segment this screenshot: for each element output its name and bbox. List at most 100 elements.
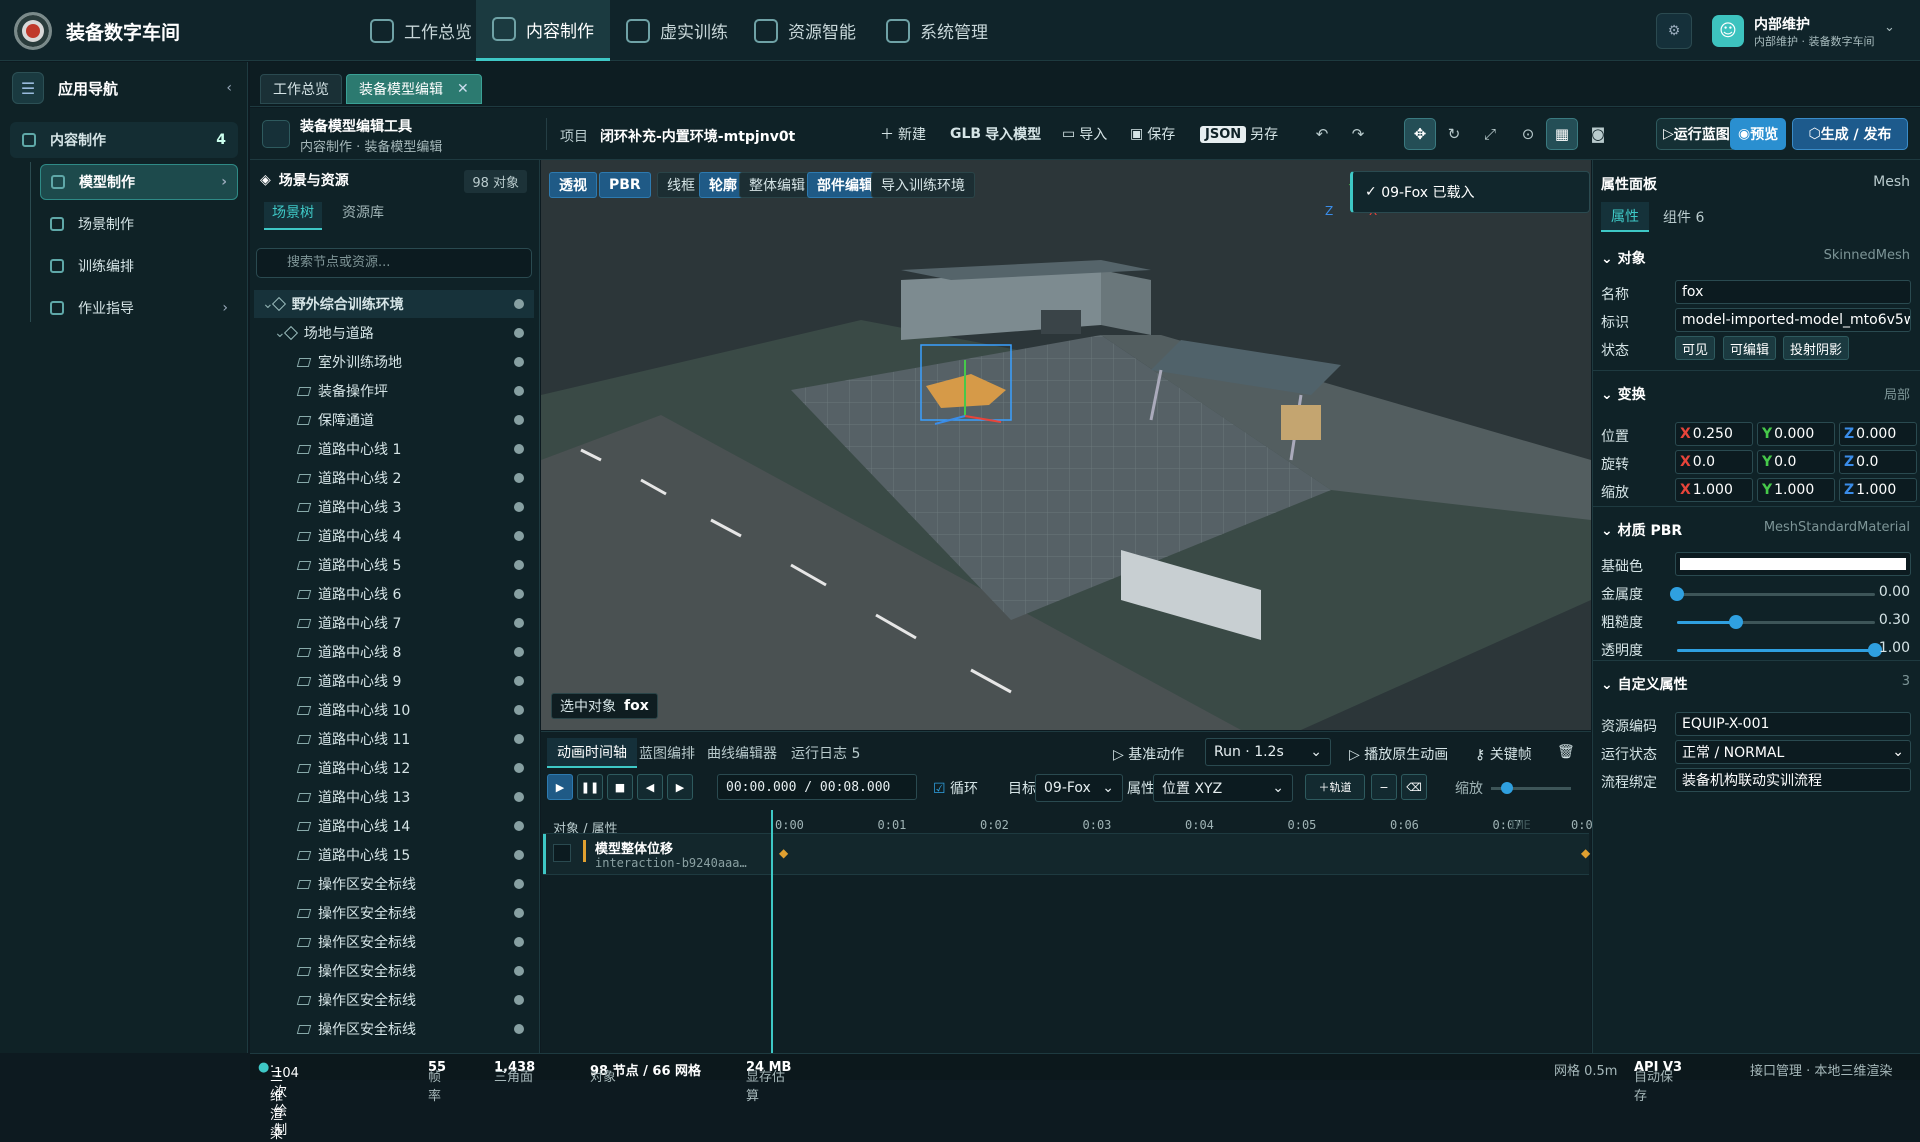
base-color-field[interactable] — [1675, 552, 1911, 576]
stop-button[interactable]: ■ — [607, 774, 633, 800]
tree-node[interactable]: 操作区安全标线 — [254, 870, 534, 898]
chevron-down-icon[interactable]: ⌄ — [1884, 20, 1895, 35]
play-original-button[interactable]: ▷ 播放原生动画 — [1349, 744, 1448, 764]
tree-node[interactable]: 道路中心线 10 — [254, 696, 534, 724]
slider-knob[interactable] — [1729, 615, 1744, 629]
tree-node[interactable]: 操作区安全标线 — [254, 928, 534, 956]
tree-node[interactable]: ⌄ 场地与道路 — [254, 319, 534, 347]
visibility-icon[interactable] — [514, 647, 524, 657]
transform-y-field[interactable]: Y 0.0 — [1757, 450, 1835, 474]
trash-icon[interactable]: 🗑 — [1557, 744, 1575, 760]
visibility-icon[interactable] — [514, 444, 524, 454]
transform-space[interactable]: 局部 — [1884, 384, 1910, 403]
nav-group-content[interactable]: 内容制作 4 — [10, 122, 238, 158]
visibility-icon[interactable] — [514, 879, 524, 889]
visibility-icon[interactable] — [514, 386, 524, 396]
tree-node[interactable]: ⌄ 野外综合训练环境 — [254, 290, 534, 318]
visibility-icon[interactable] — [514, 589, 524, 599]
tab-properties[interactable]: 属性 — [1601, 202, 1649, 232]
transform-y-field[interactable]: Y 0.000 — [1757, 422, 1835, 446]
nav-item-model[interactable]: 模型制作 › — [40, 164, 238, 200]
keyframe-marker[interactable]: ◆ — [779, 846, 788, 860]
close-icon[interactable]: ✕ — [457, 81, 469, 97]
tab-scene-tree[interactable]: 场景树 — [264, 202, 322, 230]
visibility-icon[interactable] — [514, 734, 524, 744]
transform-y-field[interactable]: Y 1.000 — [1757, 478, 1835, 502]
section-custom[interactable]: ⌄ 自定义属性 — [1601, 674, 1688, 694]
topnav-training[interactable]: 虚实训练 — [610, 0, 744, 61]
visibility-icon[interactable] — [514, 618, 524, 628]
user-avatar[interactable]: ☺ — [1712, 15, 1744, 47]
tab-components[interactable]: 组件 6 — [1653, 202, 1714, 232]
move-tool-icon[interactable]: ✥ — [1404, 118, 1436, 150]
cast-shadow-chip[interactable]: 投射阴影 — [1783, 336, 1850, 360]
camera-icon[interactable]: ◙ — [1582, 118, 1614, 150]
visibility-icon[interactable] — [514, 821, 524, 831]
visibility-icon[interactable] — [514, 850, 524, 860]
flow-binding-field[interactable]: 装备机构联动实训流程 — [1675, 768, 1911, 792]
name-field[interactable]: fox — [1675, 280, 1911, 304]
visibility-icon[interactable] — [514, 415, 524, 425]
nav-item-guide[interactable]: 作业指导 › — [50, 290, 238, 326]
tree-node[interactable]: 道路中心线 3 — [254, 493, 534, 521]
minus-button[interactable]: − — [1371, 774, 1397, 800]
publish-button[interactable]: ⬡ 生成 / 发布 — [1792, 118, 1908, 150]
tab-timeline[interactable]: 动画时间轴 — [547, 738, 637, 768]
tree-node[interactable]: 道路中心线 15 — [254, 841, 534, 869]
pause-button[interactable]: ❚❚ — [577, 774, 603, 800]
base-action-button[interactable]: ▷ 基准动作 — [1113, 744, 1184, 764]
tab-blueprint[interactable]: 蓝图编排 — [629, 738, 705, 768]
transform-z-field[interactable]: Z 0.0 — [1839, 450, 1917, 474]
visibility-icon[interactable] — [514, 560, 524, 570]
focus-icon[interactable]: ⊙ — [1512, 118, 1544, 150]
tree-node[interactable]: 操作区安全标线 — [254, 899, 534, 927]
topnav-resources[interactable]: 资源智能 — [738, 0, 872, 61]
tree-node[interactable]: 道路中心线 13 — [254, 783, 534, 811]
visibility-icon[interactable] — [514, 995, 524, 1005]
3d-viewport[interactable]: 透视 PBR 线框 轮廓 整体编辑 部件编辑 导入训练环境 Y Z X 选中对象… — [541, 160, 1591, 730]
tree-node[interactable]: 道路中心线 1 — [254, 435, 534, 463]
visibility-icon[interactable] — [514, 473, 524, 483]
keyframe-marker[interactable]: ◆ — [1581, 846, 1590, 860]
search-input[interactable]: 搜索节点或资源... — [256, 248, 532, 278]
step-back-button[interactable]: ◀ — [637, 774, 663, 800]
section-object[interactable]: ⌄ 对象 — [1601, 248, 1646, 268]
nav-item-scene[interactable]: 场景制作 — [50, 206, 134, 242]
tree-node[interactable]: 室外训练场地 — [254, 348, 534, 376]
tree-node[interactable]: 保障通道 — [254, 406, 534, 434]
track-row[interactable]: 模型整体位移 interaction-b9240aaa… ◆ ◆ — [543, 833, 1590, 875]
visibility-icon[interactable] — [514, 763, 524, 773]
interface-link[interactable]: 接口管理 · 本地三维渲染 — [1750, 1060, 1892, 1079]
scale-tool-icon[interactable]: ⤢ — [1474, 118, 1506, 150]
tree-node[interactable]: 道路中心线 8 — [254, 638, 534, 666]
add-track-button[interactable]: ＋轨道 — [1305, 774, 1365, 800]
material-slider[interactable] — [1670, 587, 1875, 601]
visibility-icon[interactable] — [514, 1024, 524, 1034]
import-button[interactable]: ▭ 导入 — [1062, 124, 1107, 144]
zoom-slider[interactable] — [1491, 782, 1571, 794]
tree-node[interactable]: 道路中心线 7 — [254, 609, 534, 637]
topnav-system[interactable]: 系统管理 — [870, 0, 1004, 61]
perspective-toggle[interactable]: 透视 — [549, 172, 597, 198]
new-button[interactable]: ＋新建 — [880, 124, 926, 144]
tree-node[interactable]: 道路中心线 5 — [254, 551, 534, 579]
visibility-icon[interactable] — [514, 937, 524, 947]
visibility-icon[interactable] — [514, 299, 524, 309]
visible-chip[interactable]: 可见 — [1675, 336, 1716, 360]
erase-button[interactable]: ⌫ — [1401, 774, 1427, 800]
wireframe-toggle[interactable]: 线框 — [657, 172, 705, 198]
slider-knob[interactable] — [1670, 587, 1684, 601]
chevron-left-icon[interactable]: ‹ — [226, 80, 232, 96]
tab-run-log[interactable]: 运行日志 5 — [781, 738, 870, 768]
tree-node[interactable]: 操作区安全标线 — [254, 957, 534, 985]
tree-node[interactable]: 装备操作坪 — [254, 377, 534, 405]
transform-x-field[interactable]: X 0.250 — [1675, 422, 1753, 446]
rotate-tool-icon[interactable]: ↻ — [1438, 118, 1470, 150]
menu-icon[interactable]: ☰ — [12, 72, 44, 104]
id-field[interactable]: model-imported-model_mto6v5w — [1675, 308, 1911, 332]
visibility-icon[interactable] — [514, 531, 524, 541]
settings-button[interactable]: ⚙ — [1656, 13, 1692, 49]
whole-edit-button[interactable]: 整体编辑 — [739, 172, 815, 198]
target-select[interactable]: 09-Fox ⌄ — [1035, 774, 1123, 802]
material-slider[interactable] — [1677, 643, 1882, 657]
